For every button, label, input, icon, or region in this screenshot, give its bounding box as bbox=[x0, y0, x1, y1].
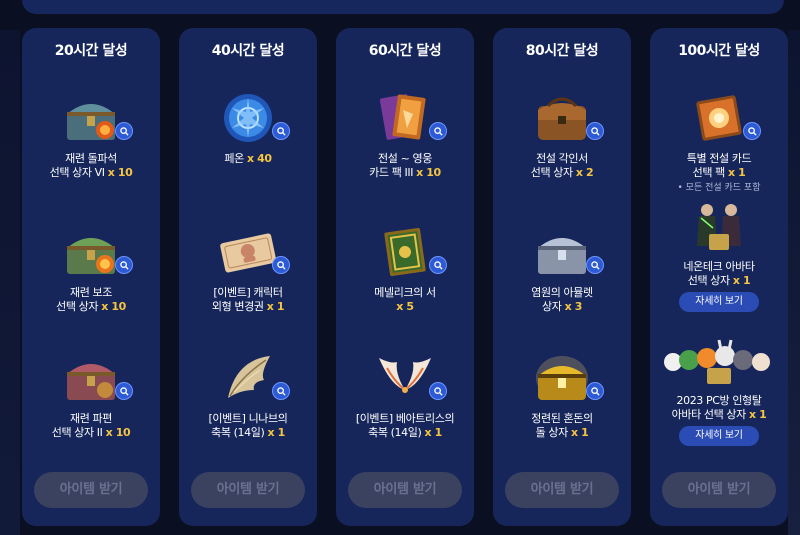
milestone-column-40h: 40시간 달성 페온 x 40 [이벤트] 캐릭터 외형 변경권 x 1 [이벤… bbox=[179, 28, 317, 526]
teal-treasure-chest-icon bbox=[67, 104, 115, 140]
milestone-column-100h: 100시간 달성 특별 전설 카드 선택 팩 x 1 • 모든 전설 카드 포함 bbox=[650, 28, 788, 526]
zoom-icon[interactable] bbox=[586, 382, 604, 400]
milestone-column-60h: 60시간 달성 전설 ~ 영웅 카드 팩 III x 10 메넬리크의 서 x … bbox=[336, 28, 474, 526]
card-book-icon bbox=[696, 95, 742, 141]
zoom-icon[interactable] bbox=[272, 256, 290, 274]
reward-quantity: x 1 bbox=[266, 300, 285, 313]
reward-quantity: x 3 bbox=[564, 300, 583, 313]
golden-book-icon bbox=[384, 227, 426, 277]
reward-quantity: x 1 bbox=[267, 426, 285, 439]
green-treasure-chest-icon bbox=[67, 238, 115, 274]
reward-quantity: x 1 bbox=[732, 274, 751, 287]
reward-item: [이벤트] 캐릭터 외형 변경권 x 1 bbox=[179, 224, 317, 314]
milestone-title: 20시간 달성 bbox=[54, 43, 128, 59]
reward-name: 염원의 아뮬렛 상자 bbox=[531, 286, 593, 313]
reward-name: 페온 bbox=[224, 152, 244, 165]
reward-item: 특별 전설 카드 선택 팩 x 1 • 모든 전설 카드 포함 bbox=[650, 90, 788, 194]
zoom-icon[interactable] bbox=[586, 256, 604, 274]
top-banner bbox=[22, 0, 784, 14]
background-right bbox=[788, 30, 800, 535]
reward-item: 재련 돌파석 선택 상자 VI x 10 bbox=[22, 90, 160, 180]
gold-chest-icon bbox=[536, 356, 588, 400]
claim-item-button[interactable]: 아이템 받기 bbox=[662, 472, 776, 508]
zoom-icon[interactable] bbox=[115, 122, 133, 140]
background-left bbox=[0, 30, 20, 535]
reward-name: 재련 돌파석 선택 상자 VI bbox=[49, 152, 118, 179]
milestone-column-20h: 20시간 달성 재련 돌파석 선택 상자 VI x 10 재련 보조 선택 상자… bbox=[22, 28, 160, 526]
claim-item-button[interactable]: 아이템 받기 bbox=[191, 472, 305, 508]
reward-item: 정련된 혼돈의 돌 상자 x 1 bbox=[493, 350, 631, 440]
view-details-button[interactable]: 자세히 보기 bbox=[679, 426, 759, 446]
zoom-icon[interactable] bbox=[586, 122, 604, 140]
zoom-icon[interactable] bbox=[115, 256, 133, 274]
milestone-title: 80시간 달성 bbox=[525, 43, 599, 59]
neontech-avatar-icon bbox=[697, 204, 741, 250]
milestone-title: 60시간 달성 bbox=[368, 43, 442, 59]
reward-item: [이벤트] 베아트리스의 축복 (14일) x 1 bbox=[336, 350, 474, 440]
reward-quantity: x 10 bbox=[101, 300, 126, 313]
reward-item: 2023 PC방 인형탈 아바타 선택 상자 x 1 자세히 보기 bbox=[650, 332, 788, 446]
reward-quantity: x 1 bbox=[748, 408, 767, 421]
reward-item: 전설 각인서 선택 상자 x 2 bbox=[493, 90, 631, 180]
red-treasure-chest-icon bbox=[67, 364, 115, 400]
milestone-title: 100시간 달성 bbox=[678, 43, 760, 59]
blue-medallion-icon bbox=[224, 94, 272, 142]
claim-item-button[interactable]: 아이템 받기 bbox=[34, 472, 148, 508]
angel-wings-icon bbox=[379, 358, 431, 393]
reward-quantity: x 2 bbox=[575, 166, 594, 179]
zoom-icon[interactable] bbox=[115, 382, 133, 400]
milestone-title: 40시간 달성 bbox=[211, 43, 285, 59]
reward-item: 전설 ~ 영웅 카드 팩 III x 10 bbox=[336, 90, 474, 180]
reward-item: 재련 파편 선택 상자 II x 10 bbox=[22, 350, 160, 440]
reward-quantity: x 10 bbox=[105, 426, 131, 439]
reward-item: 페온 x 40 bbox=[179, 90, 317, 166]
claim-item-button[interactable]: 아이템 받기 bbox=[348, 472, 462, 508]
reward-quantity: x 1 bbox=[424, 426, 442, 439]
reward-item: [이벤트] 니나브의 축복 (14일) x 1 bbox=[179, 350, 317, 440]
card-pack-icon bbox=[379, 94, 426, 140]
reward-note: • 모든 전설 카드 포함 bbox=[677, 183, 761, 193]
zoom-icon[interactable] bbox=[743, 122, 761, 140]
reward-name: 메넬리크의 서 bbox=[374, 286, 436, 299]
zoom-icon[interactable] bbox=[272, 122, 290, 140]
reward-quantity: x 10 bbox=[107, 166, 133, 179]
reward-columns: 20시간 달성 재련 돌파석 선택 상자 VI x 10 재련 보조 선택 상자… bbox=[22, 28, 788, 526]
feather-wing-icon bbox=[228, 356, 270, 398]
reward-item: 재련 보조 선택 상자 x 10 bbox=[22, 224, 160, 314]
reward-item: 메넬리크의 서x 5 bbox=[336, 224, 474, 314]
reward-quantity: x 5 bbox=[396, 300, 414, 313]
reward-item: 네온테크 아바타 선택 상자 x 1 자세히 보기 bbox=[650, 198, 788, 312]
reward-name: 재련 파편 선택 상자 II bbox=[51, 412, 113, 439]
milestone-column-80h: 80시간 달성 전설 각인서 선택 상자 x 2 염원의 아뮬렛 상자 x 3 … bbox=[493, 28, 631, 526]
reward-quantity: x 1 bbox=[727, 166, 746, 179]
zoom-icon[interactable] bbox=[429, 382, 447, 400]
reward-quantity: x 10 bbox=[416, 166, 441, 179]
zoom-icon[interactable] bbox=[429, 256, 447, 274]
reward-item: 염원의 아뮬렛 상자 x 3 bbox=[493, 224, 631, 314]
view-details-button[interactable]: 자세히 보기 bbox=[679, 292, 759, 312]
silver-chest-icon bbox=[538, 238, 586, 274]
mascot-avatar-icon bbox=[664, 339, 770, 384]
zoom-icon[interactable] bbox=[272, 382, 290, 400]
zoom-icon[interactable] bbox=[429, 122, 447, 140]
claim-item-button[interactable]: 아이템 받기 bbox=[505, 472, 619, 508]
ticket-icon bbox=[220, 233, 277, 273]
reward-quantity: x 1 bbox=[570, 426, 589, 439]
leather-satchel-icon bbox=[538, 97, 586, 140]
reward-quantity: x 40 bbox=[246, 152, 272, 165]
